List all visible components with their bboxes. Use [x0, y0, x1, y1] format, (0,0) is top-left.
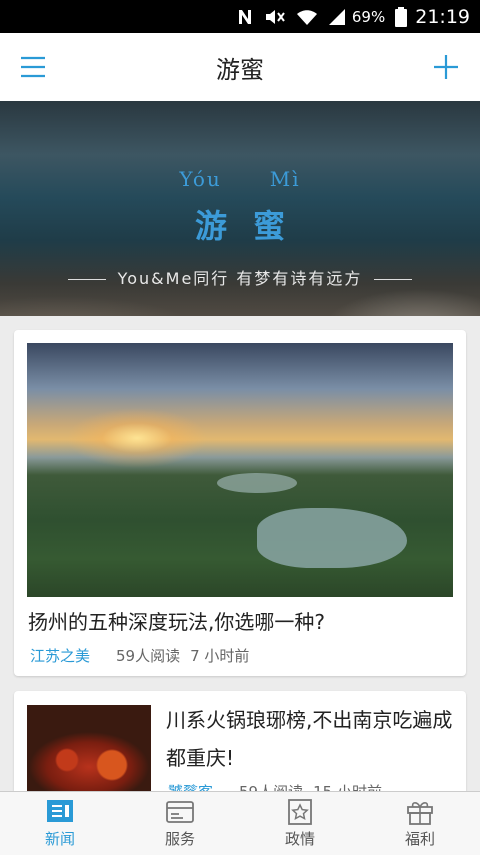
tab-label: 政情 — [284, 830, 315, 848]
article-headline[interactable]: 川系火锅琅琊榜,不出南京吃遍成都重庆! — [166, 701, 456, 777]
gift-icon — [407, 802, 433, 825]
banner-pinyin-1: Yóu — [179, 167, 222, 191]
page-title: 游蜜 — [216, 55, 264, 84]
wifi-icon — [296, 8, 318, 26]
battery-icon — [395, 6, 408, 27]
tab-label: 新闻 — [44, 830, 75, 848]
service-icon — [166, 801, 194, 823]
banner-slogan-row: You&Me同行 有梦有诗有远方 — [0, 265, 480, 289]
tab-news[interactable]: 新闻 — [0, 792, 120, 855]
article-reads: 59人阅读 — [116, 647, 181, 665]
article-image — [27, 343, 453, 597]
banner-pinyin-2: Mì — [269, 167, 301, 191]
image-detail — [217, 473, 297, 493]
divider — [374, 279, 413, 280]
mute-icon — [264, 8, 286, 26]
tab-welfare[interactable]: 福利 — [360, 792, 480, 855]
divider — [67, 279, 106, 280]
article-meta: 江苏之美 59人阅读 7 小时前 — [30, 645, 249, 666]
article-time: 7 小时前 — [190, 647, 250, 665]
banner-pinyin: Yóu Mì — [0, 167, 480, 191]
battery-percent: 69% — [351, 7, 386, 26]
government-star-icon — [288, 799, 312, 825]
clock: 21:19 — [415, 5, 470, 28]
banner-slogan: You&Me同行 有梦有诗有远方 — [117, 269, 363, 288]
nfc-icon — [236, 8, 254, 26]
bottom-tab-bar: 新闻 服务 政情 福利 — [0, 791, 480, 855]
menu-icon[interactable] — [18, 53, 48, 81]
signal-icon — [328, 8, 346, 26]
article-card[interactable]: 扬州的五种深度玩法,你选哪一种? 江苏之美 59人阅读 7 小时前 — [14, 330, 466, 676]
banner-name: 游蜜 — [194, 207, 311, 245]
tab-government[interactable]: 政情 — [240, 792, 360, 855]
image-detail — [257, 508, 407, 568]
hero-banner[interactable]: Yóu Mì 游蜜 You&Me同行 有梦有诗有远方 — [0, 101, 480, 316]
article-source[interactable]: 江苏之美 — [30, 647, 90, 665]
tab-service[interactable]: 服务 — [120, 792, 240, 855]
app-bar: 游蜜 — [0, 33, 480, 102]
tab-label: 福利 — [404, 830, 435, 848]
article-headline[interactable]: 扬州的五种深度玩法,你选哪一种? — [28, 606, 454, 635]
news-icon — [47, 800, 73, 822]
article-thumbnail — [27, 705, 151, 805]
add-icon[interactable] — [432, 53, 460, 81]
status-bar: 69% 21:19 — [0, 0, 480, 33]
tab-label: 服务 — [164, 830, 195, 848]
